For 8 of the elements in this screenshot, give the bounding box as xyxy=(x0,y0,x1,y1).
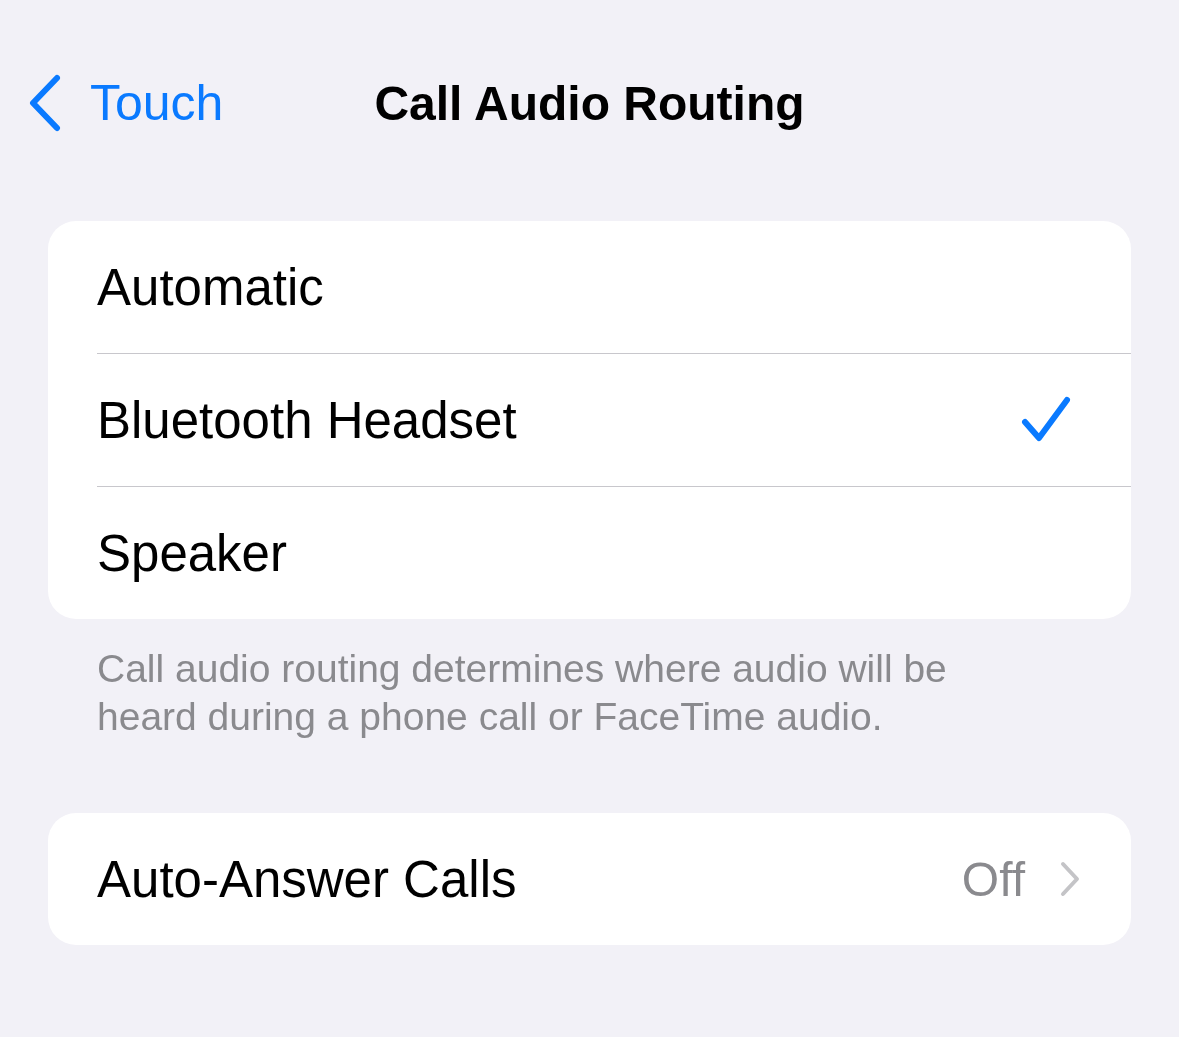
chevron-right-icon xyxy=(1059,860,1081,898)
routing-footer-text: Call audio routing determines where audio will be heard during a phone call or FaceTime audio. xyxy=(97,646,948,740)
routing-option[interactable]: Speaker xyxy=(97,486,1131,619)
page-title: Call Audio Routing xyxy=(374,75,805,131)
back-button[interactable]: Touch xyxy=(0,74,224,132)
auto-answer-value: Off xyxy=(961,851,1025,907)
routing-option[interactable]: Bluetooth Headset xyxy=(97,353,1131,486)
routing-option[interactable]: Automatic xyxy=(97,221,1131,353)
